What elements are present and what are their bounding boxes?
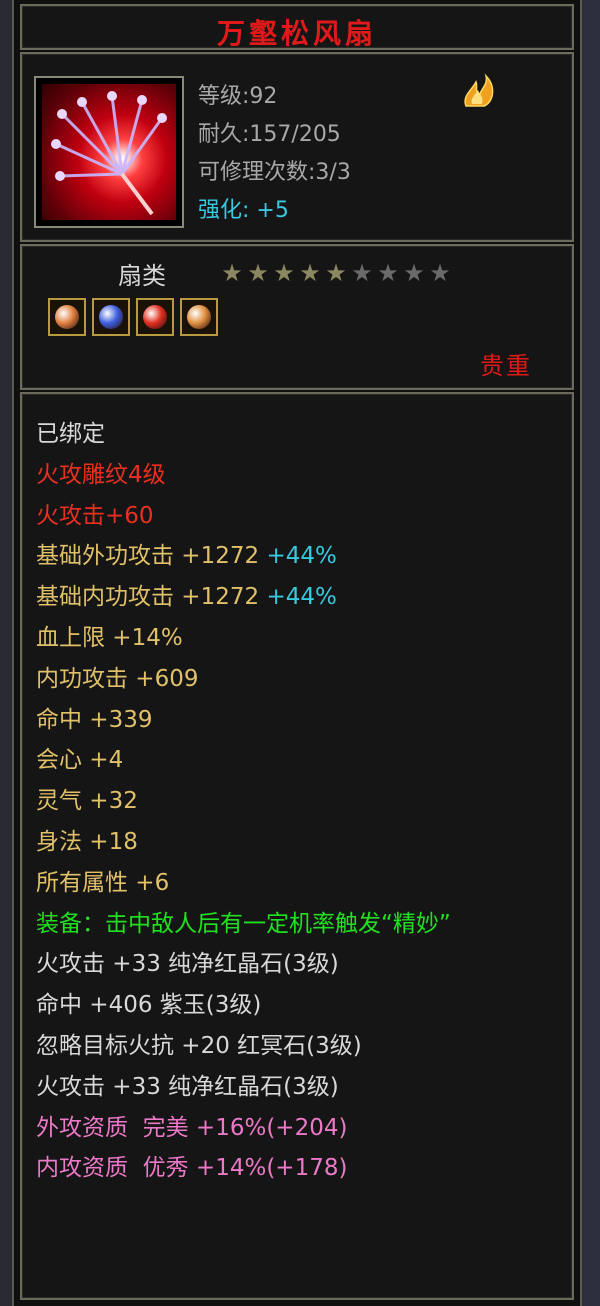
star-filled-icon: ★: [325, 259, 347, 287]
item-name: 万壑松风扇: [216, 17, 377, 50]
fire-attack: 火攻击+60: [36, 502, 154, 529]
item-enhance: 强化: +5: [198, 192, 351, 230]
fire-element-icon: [458, 72, 498, 112]
gem-slots: [48, 298, 218, 336]
star-empty-icon: ★: [429, 259, 451, 287]
bound-status: 已绑定: [36, 421, 105, 447]
gem-slot[interactable]: [48, 298, 86, 336]
spirit: 灵气 +32: [36, 788, 138, 815]
fire-carving: 火攻雕纹4级: [36, 461, 166, 488]
gem-slot[interactable]: [180, 298, 218, 336]
gem-slot[interactable]: [136, 298, 174, 336]
agility: 身法 +18: [36, 828, 138, 855]
item-durability: 耐久:157/205: [198, 122, 341, 147]
base-outer-label: 基础外功攻击 +1272: [36, 543, 267, 570]
crit: 会心 +4: [36, 747, 124, 774]
star-empty-icon: ★: [403, 259, 425, 287]
gem-slot[interactable]: [92, 298, 130, 336]
item-level: 等级:92: [198, 84, 278, 109]
star-filled-icon: ★: [299, 259, 321, 287]
base-inner-pct: +44%: [266, 584, 337, 611]
equip-effect: 装备：击中敌人后有一定机率触发“精妙”: [36, 910, 451, 937]
star-filled-icon: ★: [221, 259, 243, 287]
item-tooltip: 万壑松风扇 等级:92 耐久:157/205 可修理次数:3/3 强化: +5 …: [12, 0, 582, 1306]
gem-line-2: 命中 +406 紫玉(3级): [36, 992, 262, 1019]
base-inner-label: 基础内功攻击 +1272: [36, 584, 267, 611]
blue-gem-icon: [99, 305, 123, 329]
enhance-label: 强化:: [198, 198, 250, 223]
star-empty-icon: ★: [351, 259, 373, 287]
orange-gem-icon: [55, 305, 79, 329]
hit: 命中 +339: [36, 706, 153, 733]
type-panel: 扇类 ★ ★ ★ ★ ★ ★ ★ ★ ★ 贵重: [20, 244, 574, 390]
inner-quality: 内攻资质 优秀 +14%(+178): [36, 1155, 348, 1182]
gem-line-4: 火攻击 +33 纯净红晶石(3级): [36, 1073, 339, 1100]
orange-gem-icon: [187, 305, 211, 329]
hp-max: 血上限 +14%: [36, 624, 183, 651]
star-filled-icon: ★: [273, 259, 295, 287]
item-icon-frame: [34, 76, 184, 228]
gem-line-3: 忽略目标火抗 +20 红冥石(3级): [36, 1032, 362, 1059]
star-filled-icon: ★: [247, 259, 269, 287]
base-outer-attack: 基础外功攻击 +1272 +44%: [36, 536, 564, 577]
star-empty-icon: ★: [377, 259, 399, 287]
gem-line-1: 火攻击 +33 纯净红晶石(3级): [36, 951, 339, 978]
all-attributes: 所有属性 +6: [36, 869, 170, 896]
item-repair-count: 可修理次数:3/3: [198, 160, 351, 185]
inner-attack: 内功攻击 +609: [36, 665, 199, 692]
title-panel: 万壑松风扇: [20, 4, 574, 50]
info-panel: 等级:92 耐久:157/205 可修理次数:3/3 强化: +5: [20, 52, 574, 242]
item-type: 扇类: [118, 262, 166, 290]
red-gem-icon: [143, 305, 167, 329]
enhance-value: +5: [256, 198, 289, 223]
fan-item-icon: [42, 84, 176, 220]
star-rating: ★ ★ ★ ★ ★ ★ ★ ★ ★: [220, 260, 452, 286]
item-rarity: 贵重: [480, 352, 532, 380]
base-outer-pct: +44%: [266, 543, 337, 570]
outer-quality: 外攻资质 完美 +16%(+204): [36, 1114, 348, 1141]
attribute-panel: 已绑定 火攻雕纹4级 火攻击+60 基础外功攻击 +1272 +44% 基础内功…: [20, 392, 574, 1300]
base-inner-attack: 基础内功攻击 +1272 +44%: [36, 577, 564, 618]
game-background-right: [580, 0, 600, 1306]
